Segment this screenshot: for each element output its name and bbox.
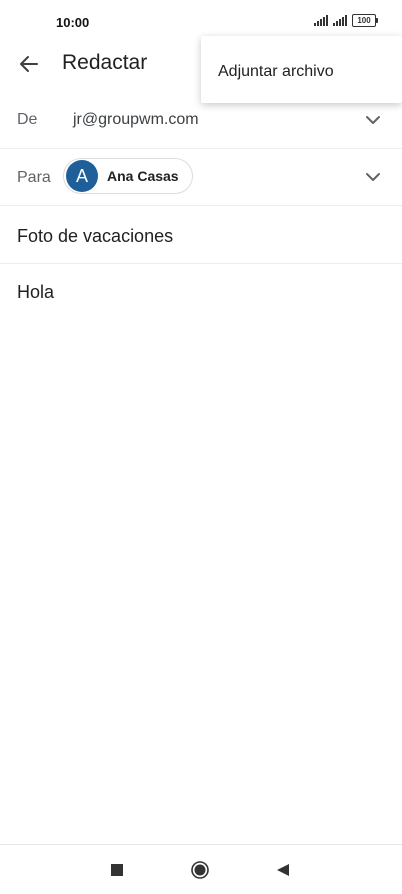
recipient-chip[interactable]: A Ana Casas (63, 158, 193, 194)
circle-icon (191, 861, 209, 879)
square-icon (111, 864, 123, 876)
signal-icon (333, 15, 347, 26)
subject-field[interactable]: Foto de vacaciones (17, 226, 173, 247)
page-title: Redactar (62, 51, 148, 74)
recipient-name: Ana Casas (107, 168, 179, 184)
from-account[interactable]: jr@groupwm.com (73, 111, 199, 129)
status-bar: 10:00 100 (0, 0, 402, 40)
chevron-down-icon[interactable] (364, 111, 382, 129)
to-row: Para A Ana Casas (0, 149, 402, 206)
triangle-back-icon (277, 864, 289, 876)
status-icons: 100 (314, 14, 378, 27)
menu-item-attach-file[interactable]: Adjuntar archivo (218, 63, 334, 81)
home-button[interactable] (191, 861, 209, 879)
navigation-bar (0, 844, 402, 894)
avatar: A (66, 160, 98, 192)
signal-icon (314, 15, 328, 26)
status-time: 10:00 (56, 15, 90, 30)
from-label: De (17, 111, 38, 128)
back-nav-button[interactable] (274, 861, 292, 879)
to-label: Para (17, 169, 51, 186)
arrow-back-icon (20, 56, 38, 72)
overflow-menu: Adjuntar archivo (201, 36, 402, 103)
chevron-down-icon[interactable] (364, 168, 382, 186)
battery-icon: 100 (352, 14, 378, 27)
back-button[interactable] (14, 49, 44, 79)
recents-button[interactable] (108, 861, 126, 879)
body-field[interactable]: Hola (17, 282, 54, 303)
